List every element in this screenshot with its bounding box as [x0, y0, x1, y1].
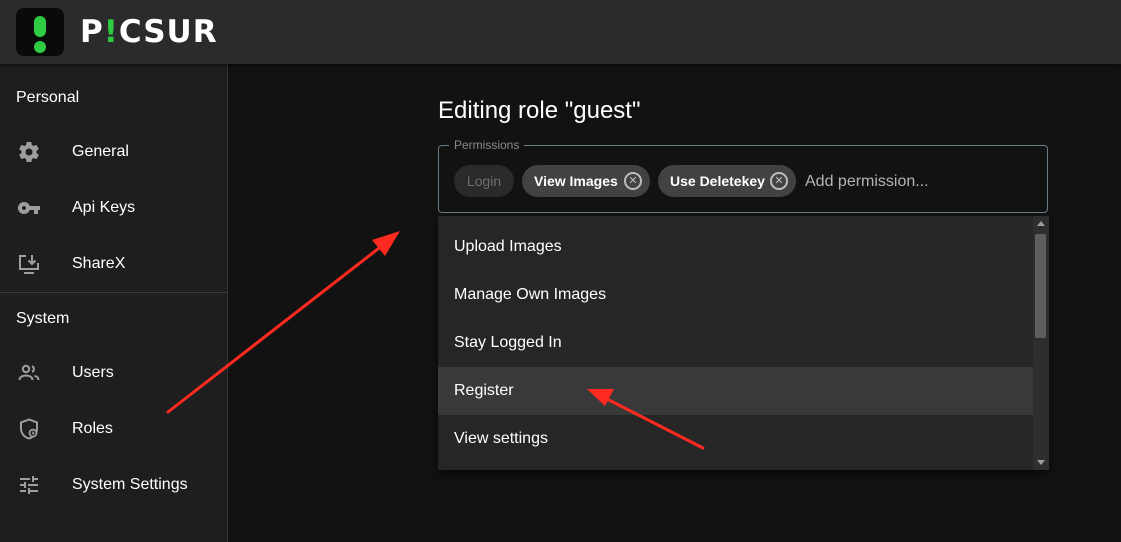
option-manage-own-images[interactable]: Manage Own Images [438, 271, 1033, 319]
sidebar-item-label: Roles [72, 420, 113, 437]
key-icon [18, 202, 40, 214]
option-stay-logged-in[interactable]: Stay Logged In [438, 319, 1033, 367]
sidebar-divider [0, 292, 227, 293]
sidebar-item-label: ShareX [72, 255, 126, 272]
permissions-legend: Permissions [449, 138, 525, 152]
cancel-circle-icon[interactable]: ✕ [770, 172, 788, 190]
chip-login: Login [454, 165, 514, 197]
option-view-settings[interactable]: View settings [438, 415, 1033, 463]
chip-label: View Images [534, 173, 618, 189]
brand-wordmark[interactable]: P!CSUR [80, 12, 218, 52]
sidebar-item-label: Users [72, 364, 114, 381]
logo-exclamation-bar [34, 16, 46, 37]
scroll-up-arrow-icon[interactable] [1037, 221, 1045, 226]
picsur-logo-icon[interactable] [16, 8, 64, 56]
scroll-down-arrow-icon[interactable] [1037, 460, 1045, 465]
shield-icon [20, 418, 38, 440]
brand-bang: ! [103, 14, 119, 50]
sidebar-item-users[interactable]: Users [0, 345, 227, 401]
sidebar-section-personal: Personal [16, 89, 80, 106]
sidebar-item-label: Api Keys [72, 199, 136, 216]
sidebar-item-sharex[interactable]: ShareX [0, 236, 227, 292]
sidebar-item-general[interactable]: General [0, 124, 227, 180]
scroll-thumb[interactable] [1035, 234, 1046, 338]
brand-suffix: CSUR [118, 14, 218, 50]
sidebar-section-system: System [16, 310, 70, 327]
chip-label: Login [466, 173, 502, 189]
page-title: Editing role "guest" [438, 97, 641, 124]
chip-view-images[interactable]: View Images ✕ [522, 165, 650, 197]
logo-exclamation-dot [34, 41, 46, 53]
sidebar-item-api-keys[interactable]: Api Keys [0, 180, 227, 236]
dropdown-scrollbar[interactable] [1033, 216, 1049, 470]
brand-prefix: P [80, 14, 104, 50]
sidebar: Personal General Api Keys ShareX System … [0, 64, 228, 542]
add-permission-input[interactable] [803, 168, 1027, 196]
sidebar-item-label: General [72, 143, 129, 160]
option-upload-images[interactable]: Upload Images [438, 223, 1033, 271]
sidebar-item-roles[interactable]: Roles [0, 401, 227, 457]
permissions-field[interactable]: Permissions Login View Images ✕ Use Dele… [438, 138, 1048, 213]
option-register[interactable]: Register [438, 367, 1033, 415]
users-icon [18, 364, 40, 381]
sidebar-item-label: System Settings [72, 476, 188, 493]
sliders-icon [20, 476, 38, 494]
chip-label: Use Deletekey [670, 173, 765, 189]
gear-icon [19, 142, 39, 163]
top-app-bar: P!CSUR [0, 0, 1121, 64]
cancel-circle-icon[interactable]: ✕ [624, 172, 642, 190]
download-screen-icon [19, 255, 39, 274]
permission-autocomplete-panel: Upload Images Manage Own Images Stay Log… [438, 216, 1049, 470]
sidebar-item-system-settings[interactable]: System Settings [0, 457, 227, 513]
chip-use-deletekey[interactable]: Use Deletekey ✕ [658, 165, 796, 197]
